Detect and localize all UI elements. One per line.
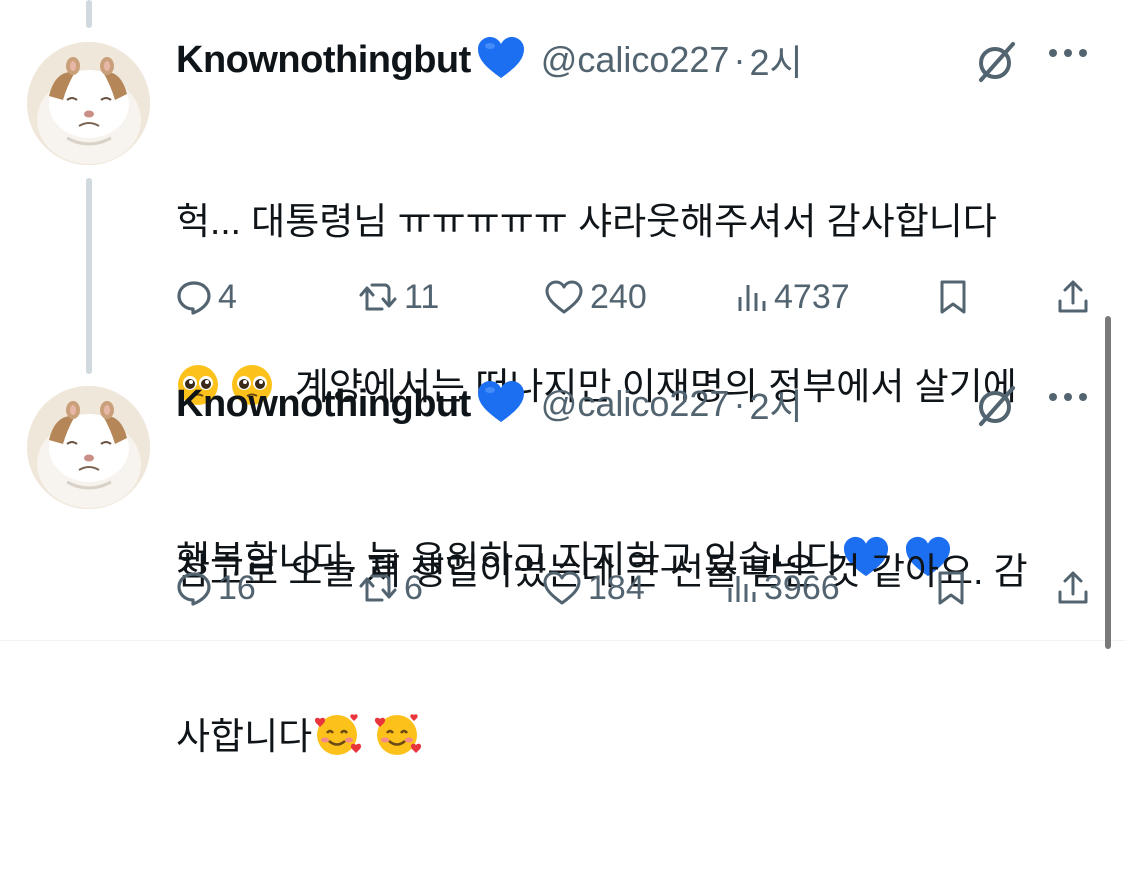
avatar[interactable] [27, 42, 150, 165]
views-count: 3966 [764, 568, 840, 607]
scrollbar[interactable] [1105, 316, 1111, 649]
blue-heart-icon [475, 378, 527, 431]
reply-icon [176, 570, 212, 606]
bookmark-icon [938, 279, 968, 315]
heart-icon [544, 279, 584, 315]
retweet-icon [358, 570, 398, 606]
separator-dot: · [733, 383, 746, 424]
retweet-icon [358, 279, 398, 315]
tweet-actions: 4 11 240 4737 [176, 272, 1096, 322]
tweet-text-line: 헉... 대통령님 ㅠㅠㅠㅠㅠ 샤라웃해주셔서 감사합니다 [176, 201, 997, 242]
views-icon [726, 570, 758, 606]
blue-heart-icon [475, 34, 527, 87]
bookmark-icon [936, 570, 966, 606]
retweet-count: 6 [404, 568, 423, 607]
share-button[interactable] [1056, 563, 1090, 613]
tweet-divider [0, 640, 1125, 641]
thread-line-top [86, 0, 92, 28]
like-button[interactable]: 240 [544, 272, 647, 322]
smiling-face-with-hearts-icon [312, 711, 362, 772]
views-button[interactable]: 4737 [736, 272, 850, 322]
tweet-text-line: 사합니다 [176, 709, 1095, 772]
reply-count: 16 [218, 568, 256, 607]
grok-icon[interactable] [971, 36, 1021, 91]
reply-button[interactable]: 16 [176, 563, 256, 613]
author-name[interactable]: Knownothingbut [176, 383, 471, 426]
heart-icon [542, 570, 582, 606]
tweet-text: 참고로 오늘 제 생일이었는데 큰 선물 받은 것 같아요. 감 사합니다 [176, 434, 1095, 882]
reply-icon [176, 279, 212, 315]
separator-dot: · [733, 39, 746, 80]
tweet[interactable]: Knownothingbut @calico227 · 2시 헉... 대통령님… [0, 36, 1125, 580]
tweet-actions: 16 6 184 3966 [176, 563, 1096, 613]
retweet-count: 11 [404, 277, 440, 316]
tweet-header: Knownothingbut @calico227 · 2시 [176, 380, 1105, 428]
share-icon [1056, 279, 1090, 315]
share-icon [1056, 570, 1090, 606]
smiling-face-with-hearts-icon [372, 711, 422, 772]
author-handle[interactable]: @calico227 [541, 39, 730, 81]
retweet-button[interactable]: 6 [358, 563, 423, 613]
share-button[interactable] [1056, 272, 1090, 322]
more-options-icon[interactable] [1048, 46, 1088, 64]
tweet[interactable]: Knownothingbut @calico227 · 2시 참고로 오늘 제 … [0, 380, 1125, 757]
like-count: 184 [588, 568, 645, 607]
like-count: 240 [590, 277, 647, 316]
more-options-icon[interactable] [1048, 390, 1088, 408]
views-count: 4737 [774, 277, 850, 316]
views-icon [736, 279, 768, 315]
timestamp[interactable]: 2시 [749, 378, 802, 430]
views-button[interactable]: 3966 [726, 563, 840, 613]
grok-icon[interactable] [971, 380, 1021, 435]
like-button[interactable]: 184 [542, 563, 645, 613]
timestamp[interactable]: 2시 [749, 34, 802, 86]
avatar[interactable] [27, 386, 150, 509]
bookmark-button[interactable] [936, 563, 966, 613]
tweet-header: Knownothingbut @calico227 · 2시 [176, 36, 1105, 84]
bookmark-button[interactable] [938, 272, 968, 322]
cat-avatar-image [27, 386, 150, 509]
reply-button[interactable]: 4 [176, 272, 237, 322]
author-handle[interactable]: @calico227 [541, 383, 730, 425]
cat-avatar-image [27, 42, 150, 165]
reply-count: 4 [218, 277, 237, 316]
retweet-button[interactable]: 11 [358, 272, 439, 322]
author-name[interactable]: Knownothingbut [176, 39, 471, 82]
